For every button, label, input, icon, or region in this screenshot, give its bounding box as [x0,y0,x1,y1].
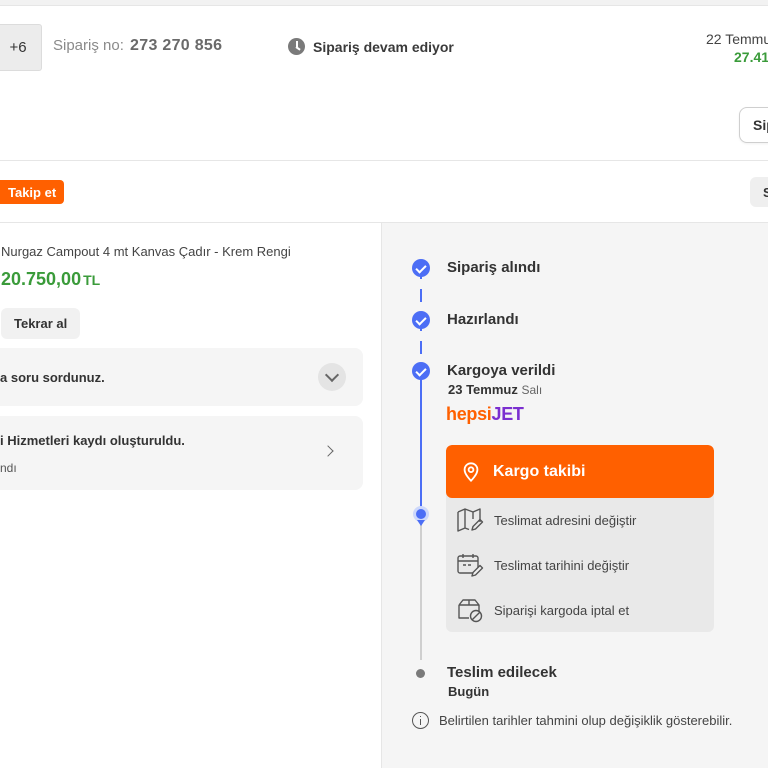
check-circle-icon [412,362,430,380]
cargo-tracking-button[interactable]: Kargo takibi [446,445,714,498]
service-card[interactable]: i Hizmetleri kaydı oluşturuldu. ndı [0,416,363,490]
info-icon [412,712,429,729]
clock-icon [288,38,305,55]
top-border [0,0,768,6]
step-shipped-day: Salı [521,383,543,397]
chevron-right-icon [322,445,334,457]
step-shipped-date: 23 Temmuz Salı [448,382,542,397]
map-edit-icon [457,508,484,532]
carrier-logo: hepsiJET [446,404,524,424]
timeline-gap [418,331,424,341]
check-circle-icon [412,259,430,277]
product-price: 20.750,00 TL [1,269,100,290]
right-action-button[interactable]: S [750,177,768,207]
product-price-value: 20.750,00 [1,269,82,289]
timeline-gap [418,279,424,289]
step-delivery-day: Bugün [448,684,490,699]
step-prepared: Hazırlandı [447,311,519,328]
chevron-down-icon[interactable] [318,363,346,391]
product-name[interactable]: Nurgaz Campout 4 mt Kanvas Çadır - Krem … [1,244,291,259]
cargo-tracking-label: Kargo takibi [493,462,586,480]
order-detail-button[interactable]: Sip [739,107,768,143]
cancel-shipment-label: Siparişi kargoda iptal et [494,602,630,618]
estimate-note-text: Belirtilen tarihler tahmini olup değişik… [439,713,733,728]
divider [0,160,768,161]
timeline-line-pending [420,520,422,660]
cancel-shipment-option[interactable]: Siparişi kargoda iptal et [456,597,629,623]
order-total: 27.41 [734,49,768,65]
change-address-option[interactable]: Teslimat adresini değiştir [456,507,636,533]
check-circle-icon [412,311,430,329]
reorder-button[interactable]: Tekrar al [1,308,80,339]
product-price-currency: TL [83,272,101,288]
order-number: Sipariş no: 273 270 856 [53,37,222,55]
step-to-be-delivered: Teslim edilecek [447,664,557,681]
box-cancel-icon [458,599,483,623]
step-shipped: Kargoya verildi [447,362,556,379]
order-number-label: Sipariş no: [53,37,124,54]
change-address-label: Teslimat adresini değiştir [494,512,637,528]
question-card[interactable]: a soru sordunuz. [0,348,363,406]
service-card-title: i Hizmetleri kaydı oluşturuldu. [0,433,185,448]
change-date-option[interactable]: Teslimat tarihini değiştir [456,552,629,578]
change-date-label: Teslimat tarihini değiştir [494,557,630,573]
order-date: 22 Temmuz [706,31,768,47]
order-number-value: 273 270 856 [130,37,223,54]
calendar-edit-icon [457,554,484,577]
step-shipped-date-value: 23 Temmuz [448,382,518,397]
step-order-received: Sipariş alındı [447,259,541,276]
order-status-label: Sipariş devam ediyor [313,38,454,55]
estimate-note: Belirtilen tarihler tahmini olup değişik… [412,712,732,729]
service-card-subtitle: ndı [0,461,17,475]
question-card-text: a soru sordunuz. [0,370,105,385]
current-position-arrow-icon [417,520,425,526]
cargo-actions-box: Kargo takibi Teslimat adresini değiştir … [446,445,714,632]
location-pin-icon [463,461,479,482]
order-status: Sipariş devam ediyor [288,38,454,55]
pending-step-dot-icon [416,669,425,678]
more-items-thumbnail[interactable]: +6 [0,24,42,71]
track-button[interactable]: Takip et [0,180,65,204]
